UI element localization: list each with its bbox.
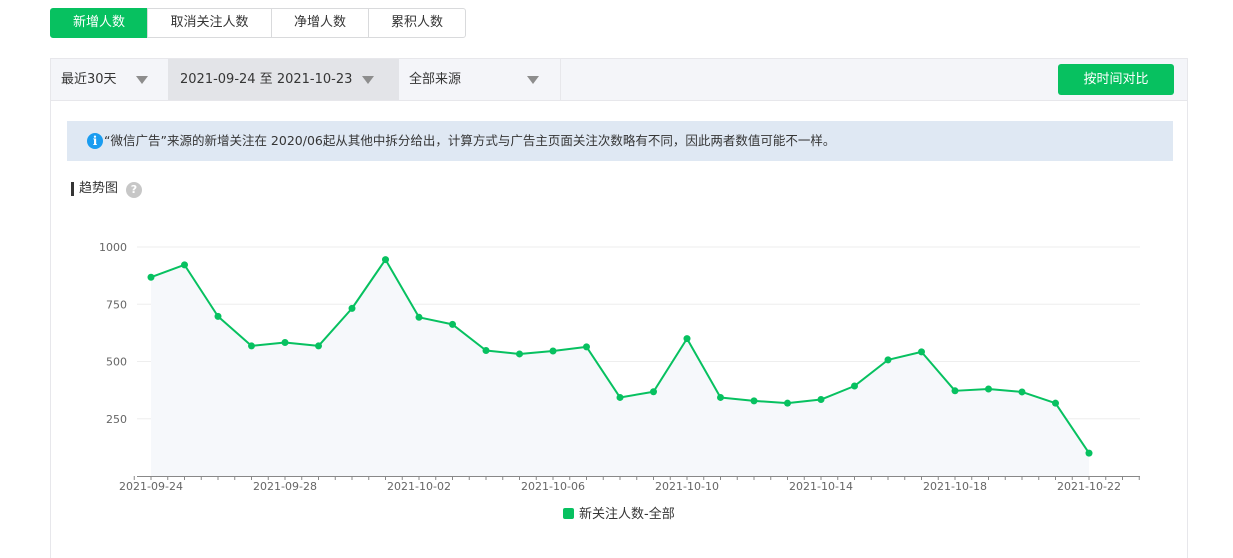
data-point: [348, 304, 356, 312]
data-point: [1085, 449, 1093, 457]
y-tick-label: 750: [106, 298, 127, 311]
y-tick-label: 250: [106, 413, 127, 426]
data-point: [415, 313, 423, 321]
data-point: [382, 256, 389, 264]
trend-chart: 250 500 750 1000 2021-09-24 2021-09-28 2021-10…: [99, 241, 1140, 522]
data-point: [616, 393, 624, 401]
data-point: [985, 385, 992, 393]
data-point: [516, 350, 523, 358]
y-tick-label: 500: [106, 356, 127, 369]
x-tick-label: 2021-10-06: [521, 480, 585, 493]
data-point: [214, 312, 222, 320]
x-tick-label: 2021-10-18: [923, 480, 987, 493]
data-point: [482, 347, 490, 355]
data-point: [1052, 399, 1059, 407]
data-point: [147, 273, 155, 281]
legend-label: 新关注人数-全部: [579, 506, 675, 522]
data-point: [884, 356, 892, 364]
data-point: [650, 388, 657, 396]
data-point: [851, 382, 858, 390]
x-tick-label: 2021-10-10: [655, 480, 719, 493]
x-tick-label: 2021-09-28: [253, 480, 317, 493]
data-point: [549, 347, 557, 355]
series-area: [151, 259, 1089, 476]
data-point: [281, 338, 289, 346]
x-tick-label: 2021-10-02: [387, 480, 451, 493]
data-point: [181, 261, 188, 269]
data-point: [683, 335, 691, 343]
x-tick-label: 2021-10-22: [1057, 480, 1121, 493]
data-point: [750, 397, 758, 405]
data-point: [784, 399, 791, 407]
data-point: [817, 396, 825, 404]
data-point: [1018, 388, 1026, 396]
x-tick-label: 2021-10-14: [789, 480, 853, 493]
legend-swatch: [563, 508, 574, 519]
data-point: [951, 387, 959, 395]
data-point: [583, 343, 590, 351]
y-tick-label: 1000: [99, 241, 127, 254]
data-point: [918, 348, 925, 356]
data-point: [248, 342, 255, 350]
data-point: [449, 320, 456, 328]
data-point: [717, 393, 724, 401]
x-tick-label: 2021-09-24: [119, 480, 183, 493]
data-point: [315, 342, 322, 350]
